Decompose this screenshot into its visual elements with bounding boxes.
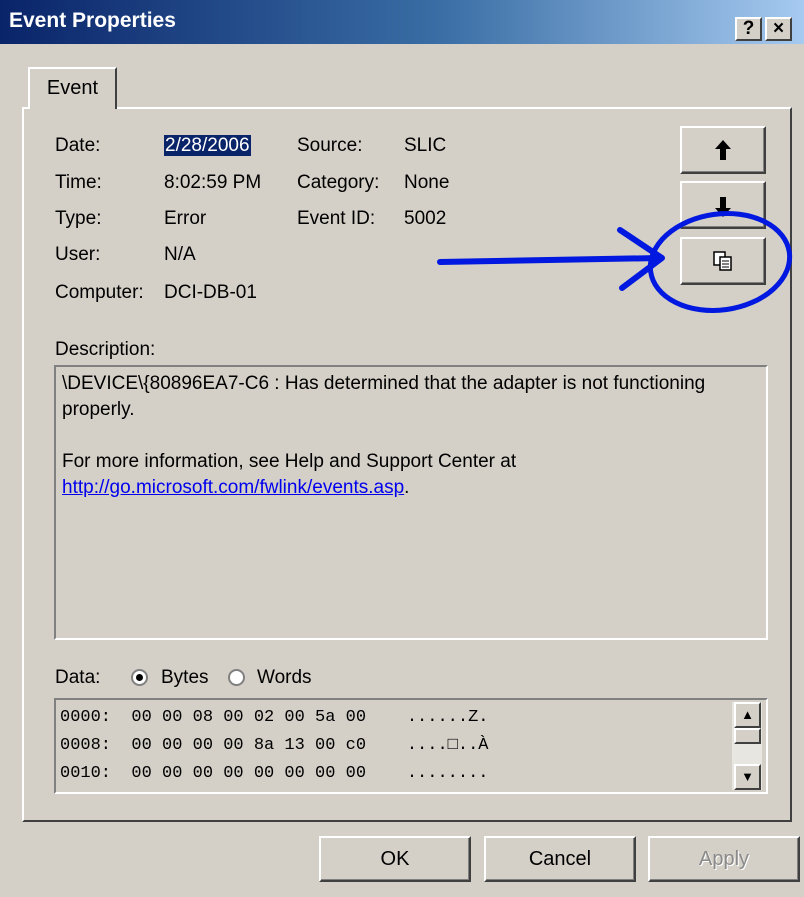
apply-button[interactable]: Apply — [648, 836, 800, 882]
source-value[interactable]: SLIC — [404, 135, 446, 157]
date-value[interactable]: 2/28/2006 — [164, 135, 251, 156]
arrow-up-icon — [715, 140, 731, 160]
data-row: 0000: 00 00 08 00 02 00 5a 00 ......Z. — [60, 708, 489, 727]
source-label: Source: — [297, 135, 363, 156]
cancel-button[interactable]: Cancel — [484, 836, 636, 882]
words-radio[interactable] — [228, 669, 245, 686]
close-button[interactable]: × — [765, 17, 792, 41]
category-label: Category: — [297, 172, 380, 193]
copy-icon — [713, 251, 732, 271]
copy-to-clipboard-button[interactable] — [680, 237, 766, 285]
window-title: Event Properties — [9, 9, 176, 32]
description-box[interactable]: \DEVICE\{80896EA7-C6 : Has determined th… — [54, 365, 768, 640]
bytes-radio[interactable] — [131, 669, 148, 686]
data-row: 0010: 00 00 00 00 00 00 00 00 ........ — [60, 764, 489, 783]
data-box[interactable]: 0000: 00 00 08 00 02 00 5a 00 ......Z. 0… — [54, 698, 768, 794]
category-value[interactable]: None — [404, 172, 449, 194]
data-row: 0008: 00 00 00 00 8a 13 00 c0 ....□..À — [60, 736, 489, 755]
title-bar: Event Properties ? × — [0, 0, 804, 44]
user-value[interactable]: N/A — [164, 244, 196, 266]
type-value[interactable]: Error — [164, 208, 206, 230]
words-label[interactable]: Words — [257, 667, 312, 689]
help-button[interactable]: ? — [735, 17, 762, 41]
description-text: \DEVICE\{80896EA7-C6 : Has determined th… — [62, 373, 706, 420]
scroll-down-button[interactable]: ▼ — [734, 764, 761, 790]
link-suffix: . — [404, 477, 410, 498]
scroll-up-button[interactable]: ▲ — [734, 702, 761, 728]
next-event-button[interactable] — [680, 181, 766, 229]
time-label: Time: — [55, 172, 102, 193]
eventid-label: Event ID: — [297, 208, 376, 229]
user-label: User: — [55, 244, 101, 265]
scroll-thumb[interactable] — [734, 728, 761, 744]
tab-event[interactable]: Event — [28, 67, 117, 109]
arrow-down-icon — [715, 197, 731, 217]
description-help-text: For more information, see Help and Suppo… — [62, 451, 517, 472]
description-label: Description: — [55, 339, 156, 360]
bytes-label[interactable]: Bytes — [161, 667, 209, 689]
data-label: Data: — [55, 667, 101, 688]
previous-event-button[interactable] — [680, 126, 766, 174]
help-link[interactable]: http://go.microsoft.com/fwlink/events.as… — [62, 477, 404, 498]
ok-button[interactable]: OK — [319, 836, 471, 882]
type-label: Type: — [55, 208, 102, 229]
date-label: Date: — [55, 135, 101, 156]
computer-label: Computer: — [55, 282, 144, 303]
vertical-scrollbar[interactable]: ▲ ▼ — [732, 702, 762, 790]
eventid-value[interactable]: 5002 — [404, 208, 446, 230]
time-value[interactable]: 8:02:59 PM — [164, 172, 261, 194]
computer-value[interactable]: DCI-DB-01 — [164, 282, 257, 304]
